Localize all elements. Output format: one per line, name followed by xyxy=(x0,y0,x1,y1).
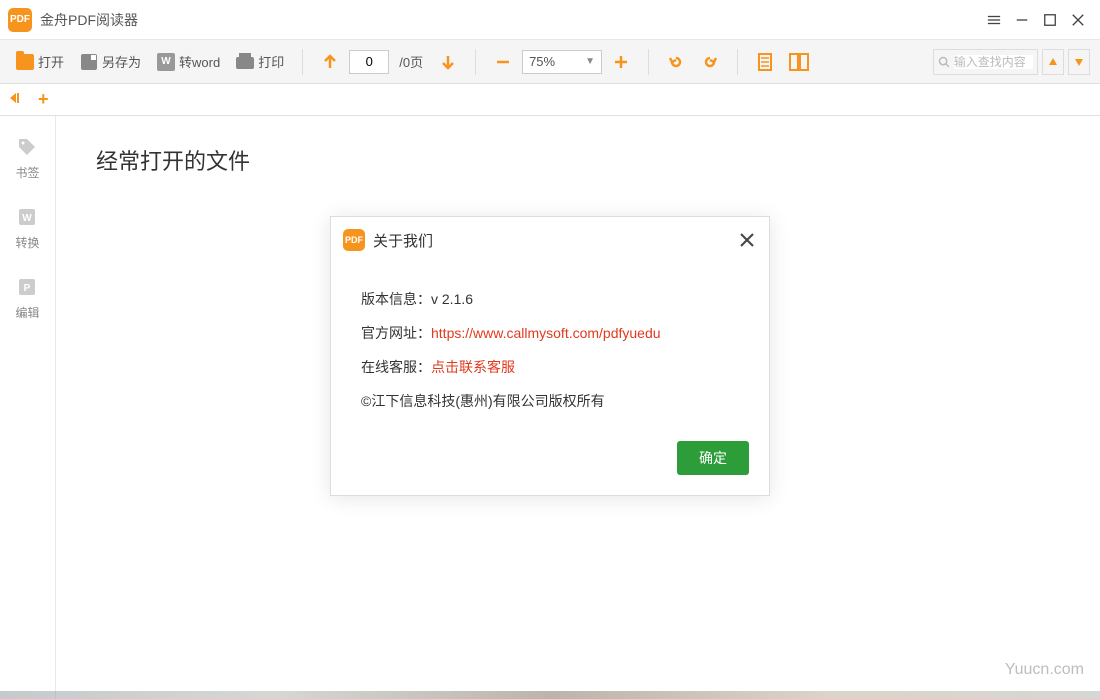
version-label: 版本信息： xyxy=(361,291,431,307)
save-as-button[interactable]: 另存为 xyxy=(74,47,147,77)
word-convert-icon: W xyxy=(16,206,38,228)
svg-text:W: W xyxy=(23,213,33,224)
print-button[interactable]: 打印 xyxy=(230,47,290,77)
folder-icon xyxy=(16,53,34,71)
sidebar: 书签 W 转换 P 编辑 xyxy=(0,116,56,699)
dialog-header: PDF 关于我们 xyxy=(331,217,769,263)
rotate-right-button[interactable] xyxy=(695,47,725,77)
separator xyxy=(648,49,649,75)
search-prev-button[interactable] xyxy=(1042,49,1064,75)
open-label: 打开 xyxy=(38,52,64,71)
chevron-down-icon: ▼ xyxy=(585,56,595,67)
sidebar-item-label: 转换 xyxy=(15,234,39,251)
titlebar: PDF 金舟PDF阅读器 xyxy=(0,0,1100,40)
svg-text:P: P xyxy=(24,283,31,294)
separator xyxy=(302,49,303,75)
zoom-out-button[interactable] xyxy=(488,47,518,77)
tabstrip: + xyxy=(0,84,1100,116)
search-box[interactable] xyxy=(933,49,1038,75)
support-row: 在线客服：点击联系客服 xyxy=(361,357,739,377)
version-row: 版本信息：v 2.1.6 xyxy=(361,289,739,309)
tag-icon xyxy=(16,136,38,158)
dialog-app-icon: PDF xyxy=(343,229,365,251)
separator xyxy=(475,49,476,75)
two-page-button[interactable] xyxy=(784,47,814,77)
website-row: 官方网址：https://www.callmysoft.com/pdfyuedu xyxy=(361,323,739,343)
dialog-title: 关于我们 xyxy=(373,230,433,251)
close-button[interactable] xyxy=(1064,6,1092,34)
to-word-label: 转word xyxy=(179,52,220,71)
page-total: /0页 xyxy=(399,52,423,71)
open-button[interactable]: 打开 xyxy=(10,47,70,77)
sidebar-item-label: 编辑 xyxy=(15,304,39,321)
support-link[interactable]: 点击联系客服 xyxy=(431,359,515,375)
about-dialog: PDF 关于我们 版本信息：v 2.1.6 官方网址：https://www.c… xyxy=(330,216,770,496)
print-label: 打印 xyxy=(258,52,284,71)
prev-page-button[interactable] xyxy=(315,47,345,77)
sidebar-item-convert[interactable]: W 转换 xyxy=(15,206,39,251)
menu-button[interactable] xyxy=(980,6,1008,34)
collapse-sidebar-button[interactable] xyxy=(8,91,20,109)
single-page-button[interactable] xyxy=(750,47,780,77)
rotate-left-button[interactable] xyxy=(661,47,691,77)
bottom-border xyxy=(0,691,1100,699)
sidebar-item-bookmark[interactable]: 书签 xyxy=(15,136,39,181)
toolbar: 打开 另存为 W 转word 打印 /0页 75% ▼ xyxy=(0,40,1100,84)
dialog-body: 版本信息：v 2.1.6 官方网址：https://www.callmysoft… xyxy=(331,263,769,431)
website-label: 官方网址： xyxy=(361,325,431,341)
website-link[interactable]: https://www.callmysoft.com/pdfyuedu xyxy=(431,325,661,341)
dialog-footer: 确定 xyxy=(331,431,769,495)
zoom-in-button[interactable] xyxy=(606,47,636,77)
save-as-label: 另存为 xyxy=(102,52,141,71)
add-tab-button[interactable]: + xyxy=(38,89,49,110)
app-title: 金舟PDF阅读器 xyxy=(40,10,138,30)
copyright-text: ©江下信息科技(惠州)有限公司版权所有 xyxy=(361,391,739,411)
to-word-button[interactable]: W 转word xyxy=(151,47,226,77)
edit-icon: P xyxy=(16,276,38,298)
printer-icon xyxy=(236,53,254,71)
search-next-button[interactable] xyxy=(1068,49,1090,75)
minimize-button[interactable] xyxy=(1008,6,1036,34)
version-value: v 2.1.6 xyxy=(431,291,473,307)
watermark: Yuucn.com xyxy=(1005,661,1084,679)
word-icon: W xyxy=(157,53,175,71)
dialog-close-button[interactable] xyxy=(737,230,757,250)
zoom-select[interactable]: 75% ▼ xyxy=(522,50,602,74)
page-input[interactable] xyxy=(349,50,389,74)
ok-button[interactable]: 确定 xyxy=(677,441,749,475)
sidebar-item-edit[interactable]: P 编辑 xyxy=(15,276,39,321)
search-input[interactable] xyxy=(954,55,1033,69)
search-icon xyxy=(938,55,950,69)
disk-icon xyxy=(80,53,98,71)
app-icon: PDF xyxy=(8,8,32,32)
recent-files-heading: 经常打开的文件 xyxy=(96,144,1060,176)
zoom-value: 75% xyxy=(529,54,555,69)
support-label: 在线客服： xyxy=(361,359,431,375)
sidebar-item-label: 书签 xyxy=(15,164,39,181)
separator xyxy=(737,49,738,75)
maximize-button[interactable] xyxy=(1036,6,1064,34)
next-page-button[interactable] xyxy=(433,47,463,77)
